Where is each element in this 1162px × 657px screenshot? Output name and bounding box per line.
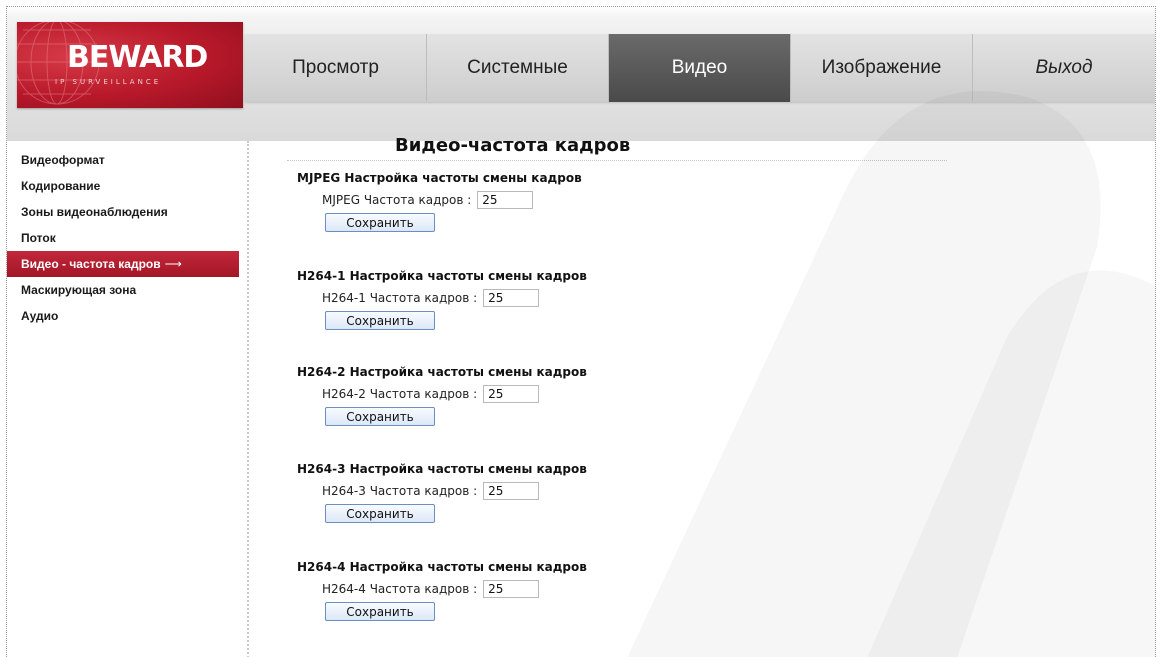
framerate-row: H264-2 Частота кадров : xyxy=(322,385,797,403)
save-button[interactable]: Сохранить xyxy=(325,602,435,621)
section-h264-3: H264-3 Настройка частоты смены кадров H2… xyxy=(297,460,797,523)
section-h264-1: H264-1 Настройка частоты смены кадров H2… xyxy=(297,267,797,330)
section-title: H264-2 Настройка частоты смены кадров xyxy=(297,365,587,379)
sidebar-item-framerate[interactable]: Видео - частота кадров ⟶ xyxy=(7,251,239,277)
save-button[interactable]: Сохранить xyxy=(325,504,435,523)
sidebar-item-label: Зоны видеонаблюдения xyxy=(21,205,168,219)
sidebar-item-label: Аудио xyxy=(21,309,59,323)
section-title: H264-3 Настройка частоты смены кадров xyxy=(297,462,587,476)
section-title: H264-4 Настройка частоты смены кадров xyxy=(297,560,587,574)
brand-tagline: IP SURVEILLANCE xyxy=(55,78,162,86)
sidebar-item-label: Поток xyxy=(21,231,56,245)
framerate-row: H264-1 Частота кадров : xyxy=(322,289,797,307)
section-title: MJPEG Настройка частоты смены кадров xyxy=(297,171,582,185)
sidebar-item-videoformat[interactable]: Видеоформат xyxy=(7,147,239,173)
framerate-label: H264-1 Частота кадров : xyxy=(322,291,478,305)
section-mjpeg: MJPEG Настройка частоты смены кадров MJP… xyxy=(297,169,797,232)
framerate-label: H264-3 Частота кадров : xyxy=(322,484,478,498)
sidebar-item-label: Видеоформат xyxy=(21,153,105,167)
main-nav: Просмотр Системные Видео Изображение Вых… xyxy=(245,34,1155,102)
sidebar-item-label: Кодирование xyxy=(21,179,101,193)
save-button[interactable]: Сохранить xyxy=(325,407,435,426)
sidebar-item-label: Маскирующая зона xyxy=(21,283,137,297)
arrow-right-icon: ⟶ xyxy=(164,257,182,271)
h264-2-framerate-input[interactable] xyxy=(483,385,540,403)
tab-preview[interactable]: Просмотр xyxy=(245,34,427,102)
sidebar-item-mask-zone[interactable]: Маскирующая зона xyxy=(7,277,239,303)
sidebar-item-stream[interactable]: Поток xyxy=(7,225,239,251)
framerate-row: H264-4 Частота кадров : xyxy=(322,580,797,598)
brand-logo[interactable]: BEWARD IP SURVEILLANCE xyxy=(17,22,243,108)
brand-name: BEWARD xyxy=(67,40,208,75)
title-divider xyxy=(287,160,947,161)
tab-system[interactable]: Системные xyxy=(427,34,609,102)
framerate-label: H264-2 Частота кадров : xyxy=(322,387,478,401)
mjpeg-framerate-input[interactable] xyxy=(477,191,534,209)
save-button[interactable]: Сохранить xyxy=(325,311,435,330)
framerate-label: H264-4 Частота кадров : xyxy=(322,582,478,596)
page-title: Видео-частота кадров xyxy=(395,135,631,156)
sidebar-item-label: Видео - частота кадров xyxy=(21,257,161,271)
framerate-row: MJPEG Частота кадров : xyxy=(322,191,797,209)
sidebar: Видеоформат Кодирование Зоны видеонаблюд… xyxy=(7,141,249,657)
tab-video[interactable]: Видео xyxy=(609,34,791,102)
h264-4-framerate-input[interactable] xyxy=(483,580,540,598)
app-frame: BEWARD IP SURVEILLANCE Просмотр Системны… xyxy=(6,6,1156,657)
tab-image[interactable]: Изображение xyxy=(791,34,973,102)
tab-logout[interactable]: Выход xyxy=(973,34,1155,102)
framerate-label: MJPEG Частота кадров : xyxy=(322,193,472,207)
sidebar-item-encoding[interactable]: Кодирование xyxy=(7,173,239,199)
h264-3-framerate-input[interactable] xyxy=(483,482,540,500)
h264-1-framerate-input[interactable] xyxy=(483,289,540,307)
sidebar-item-surveillance-zones[interactable]: Зоны видеонаблюдения xyxy=(7,199,239,225)
save-button[interactable]: Сохранить xyxy=(325,213,435,232)
section-title: H264-1 Настройка частоты смены кадров xyxy=(297,269,587,283)
framerate-row: H264-3 Частота кадров : xyxy=(322,482,797,500)
section-h264-4: H264-4 Настройка частоты смены кадров H2… xyxy=(297,558,797,621)
sidebar-item-audio[interactable]: Аудио xyxy=(7,303,239,329)
section-h264-2: H264-2 Настройка частоты смены кадров H2… xyxy=(297,363,797,426)
